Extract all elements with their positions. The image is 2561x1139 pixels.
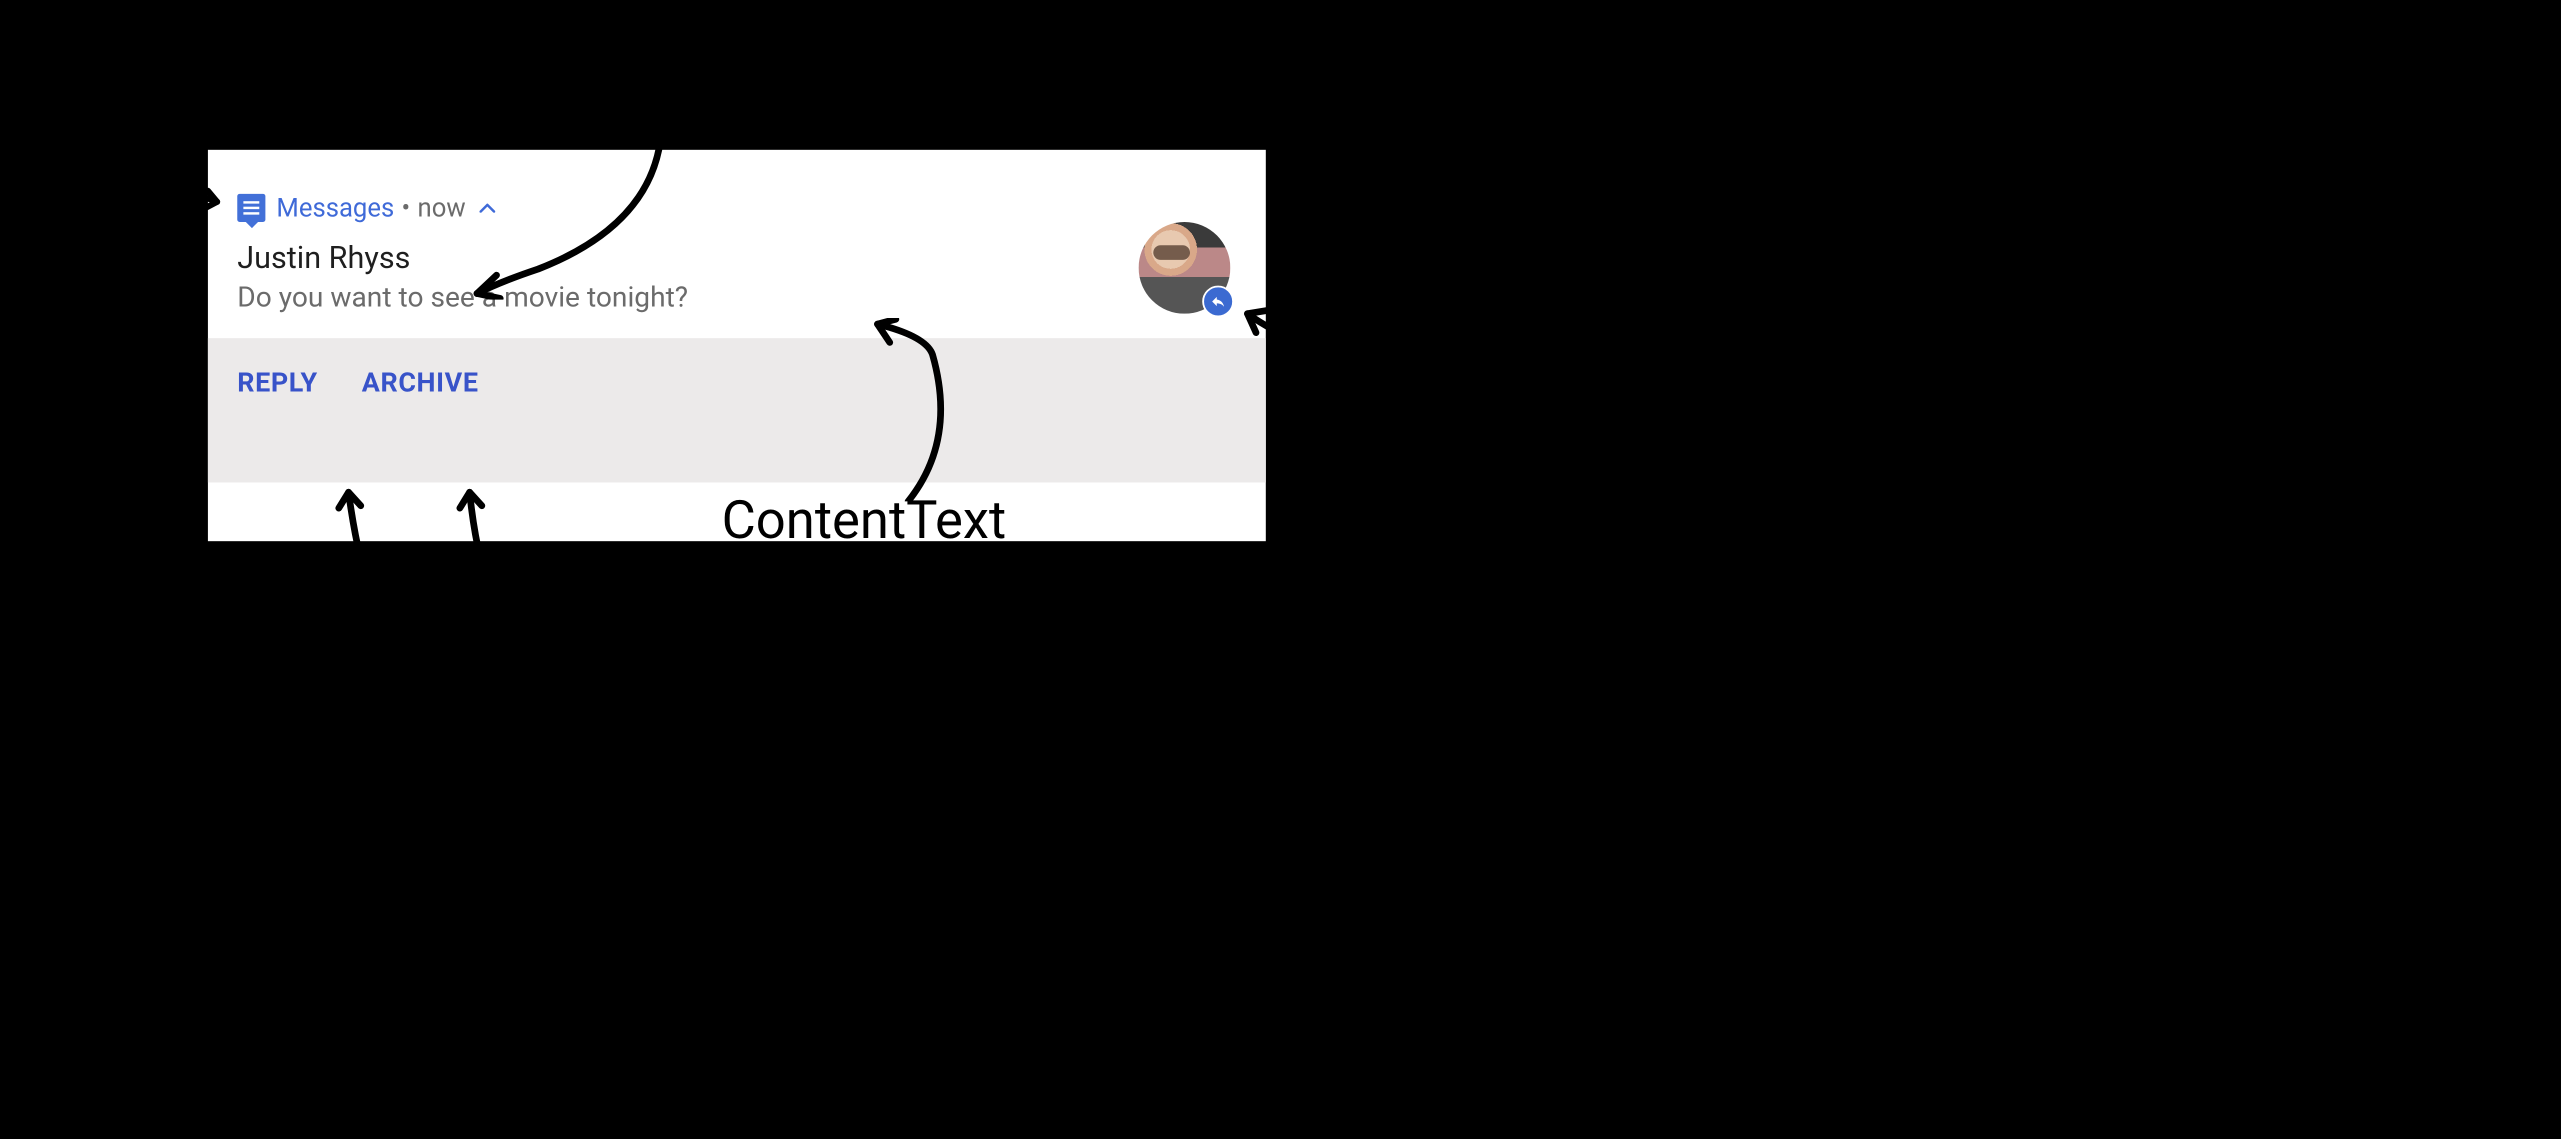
archive-button[interactable]: ARCHIVE [362,366,479,398]
messages-app-icon [237,194,265,222]
notification-actions: REPLY ARCHIVE [208,338,1266,482]
content-title: Justin Rhyss [237,240,1236,275]
notification-body: Justin Rhyss Do you want to see a movie … [208,229,1266,338]
notification-header[interactable]: Messages • now [208,150,1266,229]
content-text: Do you want to see a movie tonight? [237,281,1236,314]
large-icon [1139,222,1231,314]
annotation-content-text: ContentText [722,489,1007,551]
timestamp: now [418,193,466,223]
chevron-up-icon[interactable] [479,196,495,217]
reply-button[interactable]: REPLY [237,366,317,398]
separator-dot: • [402,193,411,223]
reply-badge-icon [1202,286,1234,318]
app-name: Messages [276,193,394,223]
notification-card[interactable]: Messages • now Justin Rhyss Do you want … [208,150,1266,541]
